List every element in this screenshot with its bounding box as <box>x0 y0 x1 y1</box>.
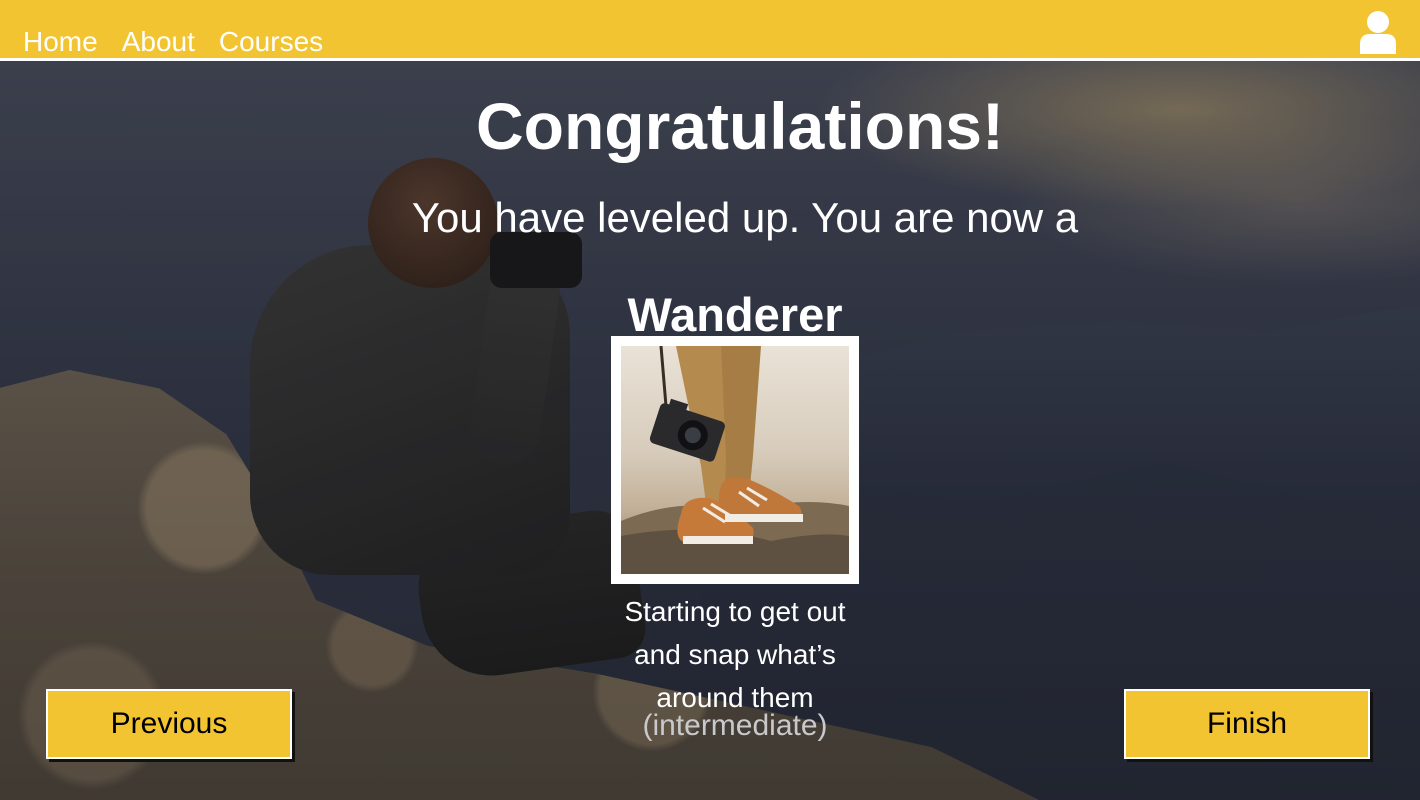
nav-link-home[interactable]: Home <box>23 26 98 58</box>
previous-button[interactable]: Previous <box>46 689 292 759</box>
wanderer-feet-illustration <box>621 346 849 574</box>
user-icon[interactable] <box>1358 10 1398 54</box>
level-description-line: and snap what’s <box>634 639 836 670</box>
finish-button[interactable]: Finish <box>1124 689 1370 759</box>
level-description-line: Starting to get out <box>624 596 846 627</box>
page-title: Congratulations! <box>476 89 1004 163</box>
level-badge <box>611 336 859 584</box>
level-up-page: Home About Courses Congratulations! You … <box>0 0 1420 800</box>
user-icon-glyph <box>1360 11 1396 54</box>
main-nav: Home About Courses <box>23 26 323 58</box>
top-nav-bar: Home About Courses <box>0 0 1420 61</box>
level-name: Wanderer <box>627 288 843 341</box>
level-up-message: You have leveled up. You are now a <box>411 194 1079 241</box>
level-badge-image <box>621 346 849 574</box>
nav-link-courses[interactable]: Courses <box>219 26 323 58</box>
nav-link-about[interactable]: About <box>122 26 195 58</box>
